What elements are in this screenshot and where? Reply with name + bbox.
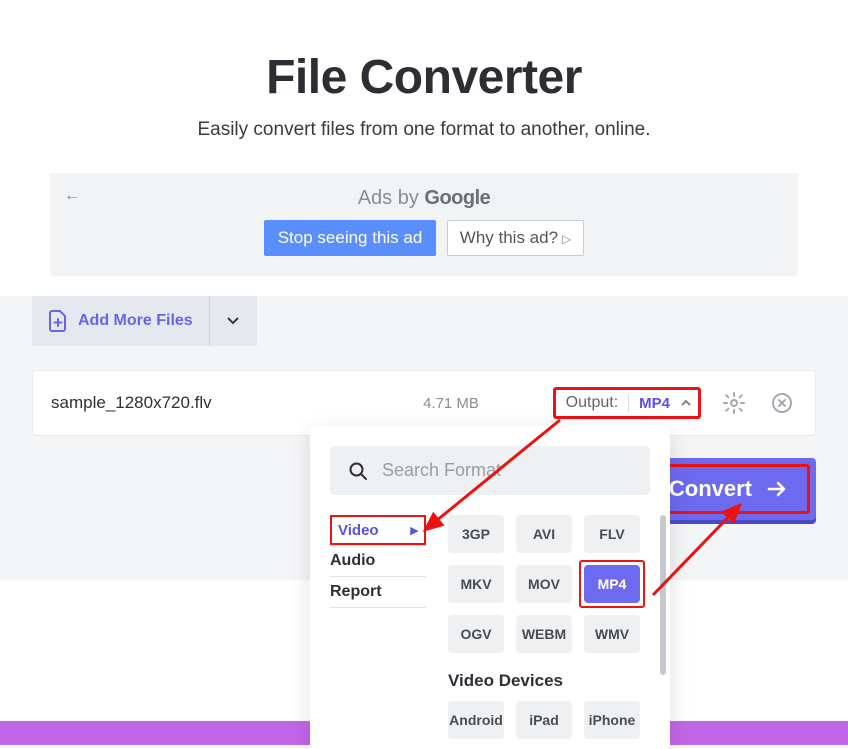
file-plus-icon — [48, 310, 68, 332]
device-iphone[interactable]: iPhone — [584, 701, 640, 739]
add-more-files-button[interactable]: Add More Files — [32, 296, 209, 346]
page-subtitle: Easily convert files from one format to … — [0, 119, 848, 141]
category-video[interactable]: Video ▸ — [330, 515, 426, 545]
arrow-right-icon — [766, 478, 788, 500]
category-report[interactable]: Report — [330, 577, 426, 608]
category-list: Video ▸ Audio Report — [330, 515, 426, 739]
ad-banner: ← Ads by Google Stop seeing this ad Why … — [50, 173, 798, 276]
format-grid: 3GP AVI FLV MKV MOV MP4 OGV WEBM WMV — [448, 515, 650, 653]
format-search[interactable] — [330, 446, 650, 495]
format-mov[interactable]: MOV — [516, 565, 572, 603]
why-ad-button[interactable]: Why this ad?▷ — [447, 220, 585, 256]
ad-attribution: Ads by Google — [64, 187, 784, 210]
stop-ad-button[interactable]: Stop seeing this ad — [264, 220, 437, 256]
add-more-files-label: Add More Files — [78, 312, 193, 330]
output-label: Output: — [566, 394, 618, 412]
format-dropdown: Video ▸ Audio Report 3GP AVI FLV MKV MOV MP4 O… — [310, 426, 670, 749]
output-value: MP4 — [639, 395, 670, 412]
format-3gp[interactable]: 3GP — [448, 515, 504, 553]
format-avi[interactable]: AVI — [516, 515, 572, 553]
device-grid: Android iPad iPhone — [448, 701, 650, 739]
format-mkv[interactable]: MKV — [448, 565, 504, 603]
format-flv[interactable]: FLV — [584, 515, 640, 553]
format-ogv[interactable]: OGV — [448, 615, 504, 653]
file-name: sample_1280x720.flv — [51, 393, 391, 413]
devices-heading: Video Devices — [448, 671, 650, 691]
format-search-input[interactable] — [382, 460, 632, 481]
device-android[interactable]: Android — [448, 701, 504, 739]
scrollbar[interactable] — [660, 515, 666, 675]
format-wmv[interactable]: WMV — [584, 615, 640, 653]
gear-icon — [722, 391, 746, 415]
play-icon: ▷ — [562, 232, 571, 246]
remove-file-button[interactable] — [767, 388, 797, 418]
format-webm[interactable]: WEBM — [516, 615, 572, 653]
convert-label: Convert — [669, 476, 752, 502]
device-ipad[interactable]: iPad — [516, 701, 572, 739]
chevron-down-icon — [226, 314, 240, 328]
file-size: 4.71 MB — [391, 395, 511, 412]
page-title: File Converter — [0, 50, 848, 105]
settings-button[interactable] — [719, 388, 749, 418]
chevron-up-icon — [680, 397, 692, 409]
output-format-select[interactable]: Output: MP4 — [553, 387, 701, 419]
category-audio[interactable]: Audio — [330, 546, 426, 577]
close-circle-icon — [770, 391, 794, 415]
search-icon — [348, 461, 368, 481]
add-more-files-dropdown[interactable] — [209, 296, 257, 346]
format-mp4[interactable]: MP4 — [584, 565, 640, 603]
back-arrow-icon[interactable]: ← — [64, 187, 80, 205]
caret-right-icon: ▸ — [410, 521, 418, 539]
